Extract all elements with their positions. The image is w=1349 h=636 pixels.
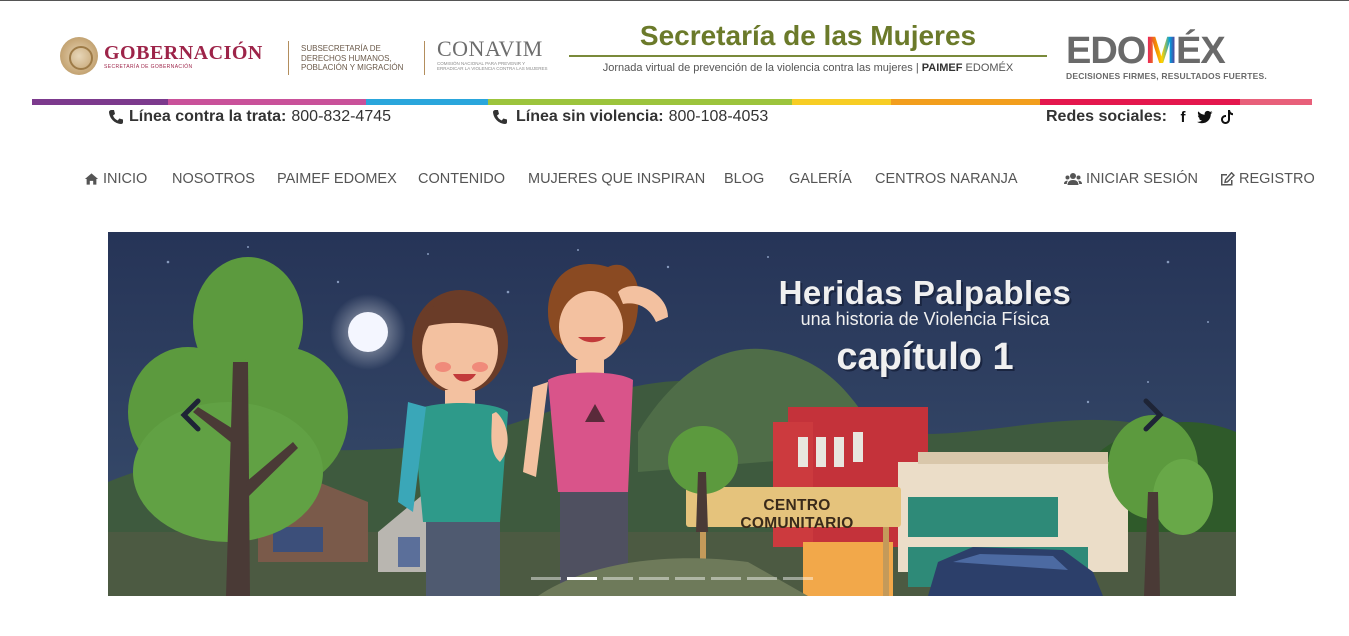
nav-item-label: CENTROS NARANJA	[875, 171, 1018, 187]
register-link[interactable]: REGISTRO	[1219, 171, 1315, 187]
nav-item-blog[interactable]: BLOG	[724, 171, 764, 187]
rainbow-segment	[792, 99, 891, 105]
rainbow-segment	[488, 99, 792, 105]
slide-subtitle: una historia de Violencia Física	[800, 309, 1050, 329]
rainbow-bar	[32, 99, 1312, 105]
rainbow-segment	[1040, 99, 1240, 105]
carousel-indicator[interactable]	[567, 577, 597, 580]
phone-icon	[109, 110, 123, 124]
secretaria-subtitle: Jornada virtual de prevención de la viol…	[602, 62, 1014, 74]
community-center-sign: CENTRO COMUNITARIO	[740, 497, 854, 532]
carousel-indicator[interactable]	[783, 577, 813, 580]
register-label: REGISTRO	[1239, 171, 1315, 187]
logo-divider	[288, 41, 289, 75]
hotline-trata[interactable]: Línea contra la trata: 800-832-4745	[108, 108, 391, 126]
hotline-violencia[interactable]: Línea sin violencia: 800-108-4053	[492, 108, 768, 126]
tiktok-icon[interactable]	[1219, 109, 1235, 125]
nav-item-label: NOSOTROS	[172, 171, 255, 187]
page: GOBERNACIÓN SECRETARÍA DE GOBERNACIÓN SU…	[0, 0, 1349, 636]
hero-carousel[interactable]: Heridas Palpables una historia de Violen…	[108, 232, 1236, 596]
login-link[interactable]: INICIAR SESIÓN	[1064, 171, 1198, 187]
header-logos: GOBERNACIÓN SECRETARÍA DE GOBERNACIÓN SU…	[32, 15, 1312, 95]
carousel-indicator[interactable]	[531, 577, 561, 580]
secretaria-title: Secretaría de las Mujeres	[639, 20, 977, 51]
nav-item-galeria[interactable]: GALERÍA	[789, 171, 852, 187]
login-label: INICIAR SESIÓN	[1086, 171, 1198, 187]
carousel-indicator[interactable]	[747, 577, 777, 580]
slide-title: Heridas Palpables	[778, 274, 1072, 311]
edomex-slogan: DECISIONES FIRMES, RESULTADOS FUERTES.	[1066, 71, 1267, 81]
hotline-trata-label: Línea contra la trata:	[129, 108, 287, 125]
rainbow-segment	[1240, 99, 1312, 105]
carousel-prev-icon[interactable]	[176, 397, 206, 433]
carousel-indicator[interactable]	[639, 577, 669, 580]
secretaria-divider	[569, 55, 1047, 57]
slide-chapter: capítulo 1	[836, 336, 1014, 378]
carousel-indicator[interactable]	[675, 577, 705, 580]
main-navbar: INICIO NOSOTROS PAIMEF EDOMEX CONTENIDO …	[0, 171, 1349, 191]
edomex-title: EDOMÉX	[1066, 30, 1226, 72]
conavim-title: CONAVIM	[437, 36, 543, 61]
conavim-logo[interactable]: CONAVIM COMISIÓN NACIONAL PARA PREVENIR …	[437, 36, 552, 72]
edomex-logo[interactable]: EDOMÉX DECISIONES FIRMES, RESULTADOS FUE…	[1066, 31, 1281, 81]
rainbow-segment	[32, 99, 168, 105]
edit-icon	[1221, 172, 1235, 186]
phone-icon	[493, 110, 507, 124]
users-icon	[1064, 173, 1082, 185]
nav-item-label: BLOG	[724, 171, 765, 187]
subsecretaria-text: SUBSECRETARÍA DE DERECHOS HUMANOS, POBLA…	[301, 44, 404, 72]
nav-item-paimef-edomex[interactable]: PAIMEF EDOMEX	[277, 171, 397, 187]
nav-item-inicio[interactable]: INICIO	[84, 171, 147, 187]
secretaria-mujeres-logo[interactable]: Secretaría de las Mujeres Jornada virtua…	[569, 19, 1047, 74]
nav-item-label: INICIO	[103, 171, 148, 187]
social-links: Redes sociales: f	[1046, 108, 1241, 126]
hotline-violencia-number: 800-108-4053	[668, 108, 769, 125]
carousel-indicators	[531, 577, 819, 580]
rainbow-segment	[168, 99, 366, 105]
carousel-indicator[interactable]	[711, 577, 741, 580]
nav-item-mujeres-que-inspiran[interactable]: MUJERES QUE INSPIRAN	[528, 171, 705, 187]
home-icon	[84, 173, 99, 185]
carousel-indicator[interactable]	[603, 577, 633, 580]
gobernacion-subtitle: SECRETARÍA DE GOBERNACIÓN	[104, 64, 193, 70]
hotline-trata-number: 800-832-4745	[291, 108, 392, 125]
nav-item-centros-naranja[interactable]: CENTROS NARANJA	[875, 171, 1018, 187]
nav-item-label: CONTENIDO	[418, 171, 505, 187]
contact-bar: Línea contra la trata: 800-832-4745 Líne…	[0, 108, 1349, 128]
nav-item-label: PAIMEF EDOMEX	[277, 171, 397, 187]
nav-item-contenido[interactable]: CONTENIDO	[418, 171, 505, 187]
rainbow-segment	[891, 99, 1040, 105]
nav-item-label: MUJERES QUE INSPIRAN	[528, 171, 706, 187]
facebook-icon[interactable]: f	[1175, 109, 1191, 126]
twitter-icon[interactable]	[1197, 109, 1213, 125]
nav-item-label: GALERÍA	[789, 171, 852, 187]
nav-item-nosotros[interactable]: NOSOTROS	[172, 171, 255, 187]
hotline-violencia-label: Línea sin violencia:	[516, 108, 664, 125]
gobernacion-seal-icon	[60, 37, 98, 75]
carousel-next-icon[interactable]	[1138, 397, 1168, 433]
rainbow-segment	[366, 99, 488, 105]
gobernacion-title: GOBERNACIÓN	[104, 42, 263, 64]
gobernacion-logo[interactable]: GOBERNACIÓN SECRETARÍA DE GOBERNACIÓN	[60, 37, 263, 75]
conavim-subtitle: COMISIÓN NACIONAL PARA PREVENIR Y ERRADI…	[437, 61, 548, 71]
social-label: Redes sociales:	[1046, 108, 1167, 125]
logo-divider	[424, 41, 425, 75]
